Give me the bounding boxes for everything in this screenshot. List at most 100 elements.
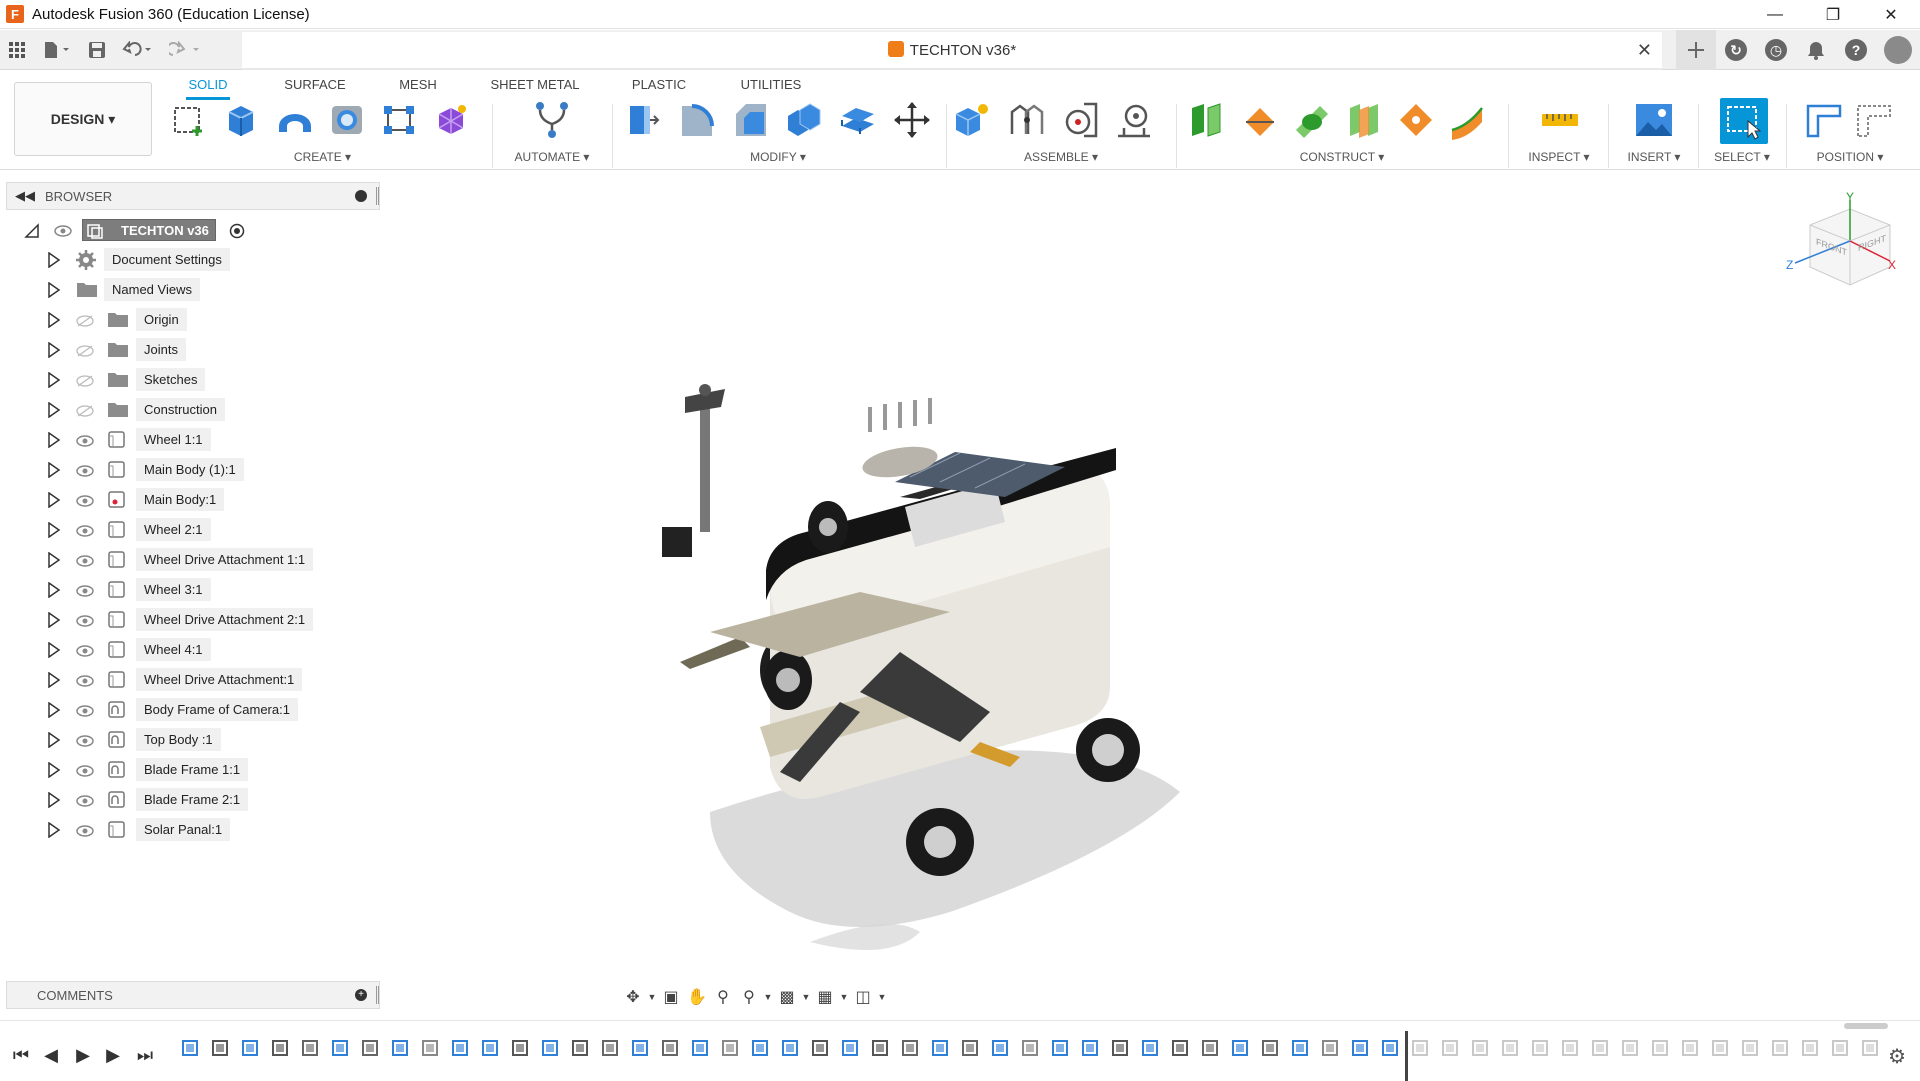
browser-tree-row[interactable]: Sketches: [0, 365, 340, 395]
eye-icon[interactable]: [76, 584, 94, 602]
timeline-feature-icon[interactable]: [330, 1038, 350, 1058]
timeline-feature-icon[interactable]: [1410, 1038, 1430, 1058]
expand-triangle-icon[interactable]: [47, 821, 61, 843]
expand-triangle-icon[interactable]: [47, 401, 61, 423]
timeline-marker[interactable]: [1405, 1031, 1408, 1081]
expand-triangle-icon[interactable]: [47, 761, 61, 783]
browser-tree-row[interactable]: Top Body :1: [0, 725, 340, 755]
expand-triangle-icon[interactable]: [47, 251, 61, 273]
tab-plastic[interactable]: PLASTIC: [630, 72, 688, 97]
redo-icon[interactable]: [164, 35, 208, 65]
timeline-feature-icon[interactable]: [180, 1038, 200, 1058]
eye-icon[interactable]: [76, 704, 94, 722]
timeline-feature-icon[interactable]: [1110, 1038, 1130, 1058]
timeline-feature-icon[interactable]: [1260, 1038, 1280, 1058]
eye-icon[interactable]: [54, 225, 72, 237]
tab-surface[interactable]: SURFACE: [280, 72, 350, 97]
timeline-feature-icon[interactable]: [1590, 1038, 1610, 1058]
timeline-feature-icon[interactable]: [210, 1038, 230, 1058]
eye-icon[interactable]: [76, 764, 94, 782]
timeline-feature-icon[interactable]: [1020, 1038, 1040, 1058]
look-at-icon[interactable]: ▣: [658, 984, 684, 1010]
assemble-group-label[interactable]: ASSEMBLE ▾: [952, 150, 1170, 164]
expand-triangle-icon[interactable]: [47, 701, 61, 723]
insert-image-icon[interactable]: [1634, 100, 1674, 140]
timeline-feature-icon[interactable]: [1860, 1038, 1880, 1058]
timeline-feature-icon[interactable]: [660, 1038, 680, 1058]
construction-point-icon[interactable]: [1396, 100, 1436, 140]
orbit-icon[interactable]: ✥: [620, 984, 646, 1010]
workspace-switcher-button[interactable]: DESIGN ▾: [14, 82, 152, 156]
expand-triangle-icon[interactable]: [47, 281, 61, 303]
fit-dropdown-icon[interactable]: ▼: [762, 984, 774, 1010]
expand-triangle-icon[interactable]: [47, 371, 61, 393]
timeline-feature-icon[interactable]: [270, 1038, 290, 1058]
expand-triangle-icon[interactable]: [47, 431, 61, 453]
timeline-feature-icon[interactable]: [480, 1038, 500, 1058]
extensions-icon[interactable]: ↻: [1716, 30, 1756, 70]
pattern-icon[interactable]: [379, 100, 419, 140]
browser-panel-header[interactable]: ◀◀ BROWSER: [6, 182, 380, 210]
timeline-feature-icon[interactable]: [1200, 1038, 1220, 1058]
panel-pin-handle[interactable]: [376, 986, 379, 1004]
timeline-feature-icon[interactable]: [1050, 1038, 1070, 1058]
measure-icon[interactable]: [1540, 100, 1580, 140]
combine-icon[interactable]: [784, 100, 824, 140]
timeline-feature-icon[interactable]: [1470, 1038, 1490, 1058]
data-panel-grid-icon[interactable]: [2, 35, 32, 65]
collapse-panel-icon[interactable]: ◀◀: [15, 188, 35, 204]
timeline-feature-icon[interactable]: [1800, 1038, 1820, 1058]
pan-hand-icon[interactable]: ✋: [684, 984, 710, 1010]
expand-triangle-icon[interactable]: [47, 581, 61, 603]
new-tab-plus-icon[interactable]: [1676, 30, 1716, 70]
file-menu-icon[interactable]: [36, 35, 78, 65]
timeline-feature-icon[interactable]: [840, 1038, 860, 1058]
plane-along-path-icon[interactable]: [1448, 100, 1488, 140]
3d-viewport[interactable]: Y X Z FRONT RIGHT: [380, 172, 1920, 1020]
position-group-label[interactable]: POSITION ▾: [1790, 150, 1910, 164]
eye-icon[interactable]: [76, 434, 94, 452]
grid-dropdown-icon[interactable]: ▼: [838, 984, 850, 1010]
timeline-feature-icon[interactable]: [1620, 1038, 1640, 1058]
eye-icon[interactable]: [76, 494, 94, 512]
extrude-box-icon[interactable]: [221, 100, 261, 140]
browser-tree-row[interactable]: Main Body:1: [0, 485, 340, 515]
chamfer-icon[interactable]: [730, 100, 770, 140]
job-status-clock-icon[interactable]: ◷: [1756, 30, 1796, 70]
browser-tree-row[interactable]: Wheel 4:1: [0, 635, 340, 665]
timeline-feature-icon[interactable]: [510, 1038, 530, 1058]
timeline-scrollbar[interactable]: [1844, 1023, 1888, 1029]
eye-icon[interactable]: [76, 824, 94, 842]
timeline-feature-icon[interactable]: [300, 1038, 320, 1058]
tab-sheet-metal[interactable]: SHEET METAL: [490, 72, 580, 97]
zoom-icon[interactable]: ⚲: [710, 984, 736, 1010]
expand-triangle-icon[interactable]: [47, 491, 61, 513]
inspect-group-label[interactable]: INSPECT ▾: [1514, 150, 1604, 164]
play-icon[interactable]: ▶: [70, 1043, 96, 1067]
add-comment-icon[interactable]: +: [355, 989, 367, 1001]
eye-hidden-icon[interactable]: [76, 344, 94, 362]
browser-tree-row[interactable]: Wheel Drive Attachment 1:1: [0, 545, 340, 575]
timeline-feature-icon[interactable]: [930, 1038, 950, 1058]
timeline-feature-icon[interactable]: [600, 1038, 620, 1058]
revert-position-icon[interactable]: [1854, 100, 1894, 140]
timeline-feature-icon[interactable]: [810, 1038, 830, 1058]
undo-icon[interactable]: [116, 35, 160, 65]
timeline-feature-icon[interactable]: [540, 1038, 560, 1058]
browser-options-icon[interactable]: [355, 190, 367, 202]
eye-icon[interactable]: [76, 644, 94, 662]
browser-tree-row[interactable]: Main Body (1):1: [0, 455, 340, 485]
modify-group-label[interactable]: MODIFY ▾: [618, 150, 938, 164]
close-document-icon[interactable]: ✕: [1637, 40, 1652, 61]
timeline-feature-icon[interactable]: [1650, 1038, 1670, 1058]
timeline-feature-icon[interactable]: [1770, 1038, 1790, 1058]
timeline-feature-icon[interactable]: [960, 1038, 980, 1058]
expand-triangle-icon[interactable]: [47, 611, 61, 633]
timeline-feature-icon[interactable]: [1560, 1038, 1580, 1058]
user-avatar[interactable]: [1884, 36, 1912, 64]
timeline-feature-icon[interactable]: [780, 1038, 800, 1058]
offset-plane-icon[interactable]: [1188, 100, 1228, 140]
insert-group-label[interactable]: INSERT ▾: [1612, 150, 1696, 164]
minimize-button[interactable]: —: [1746, 0, 1804, 29]
timeline-feature-icon[interactable]: [1140, 1038, 1160, 1058]
